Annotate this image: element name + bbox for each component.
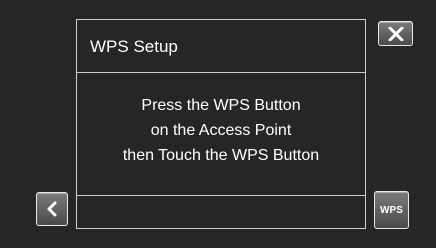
wps-button-label: WPS — [379, 204, 404, 216]
dialog-title: WPS Setup — [77, 20, 365, 73]
dialog-message: Press the WPS Button on the Access Point… — [77, 73, 365, 196]
chevron-left-icon — [47, 201, 57, 217]
wps-setup-screen: WPS Setup Press the WPS Button on the Ac… — [0, 0, 436, 248]
close-icon — [388, 26, 403, 41]
message-line-3: then Touch the WPS Button — [122, 147, 320, 164]
close-button[interactable] — [378, 21, 413, 46]
back-button[interactable] — [36, 192, 68, 226]
dialog-footer — [77, 196, 365, 227]
wps-button[interactable]: WPS — [374, 191, 409, 229]
message-line-2: on the Access Point — [150, 122, 292, 139]
message-line-1: Press the WPS Button — [141, 97, 301, 114]
wps-setup-dialog: WPS Setup Press the WPS Button on the Ac… — [76, 19, 366, 229]
